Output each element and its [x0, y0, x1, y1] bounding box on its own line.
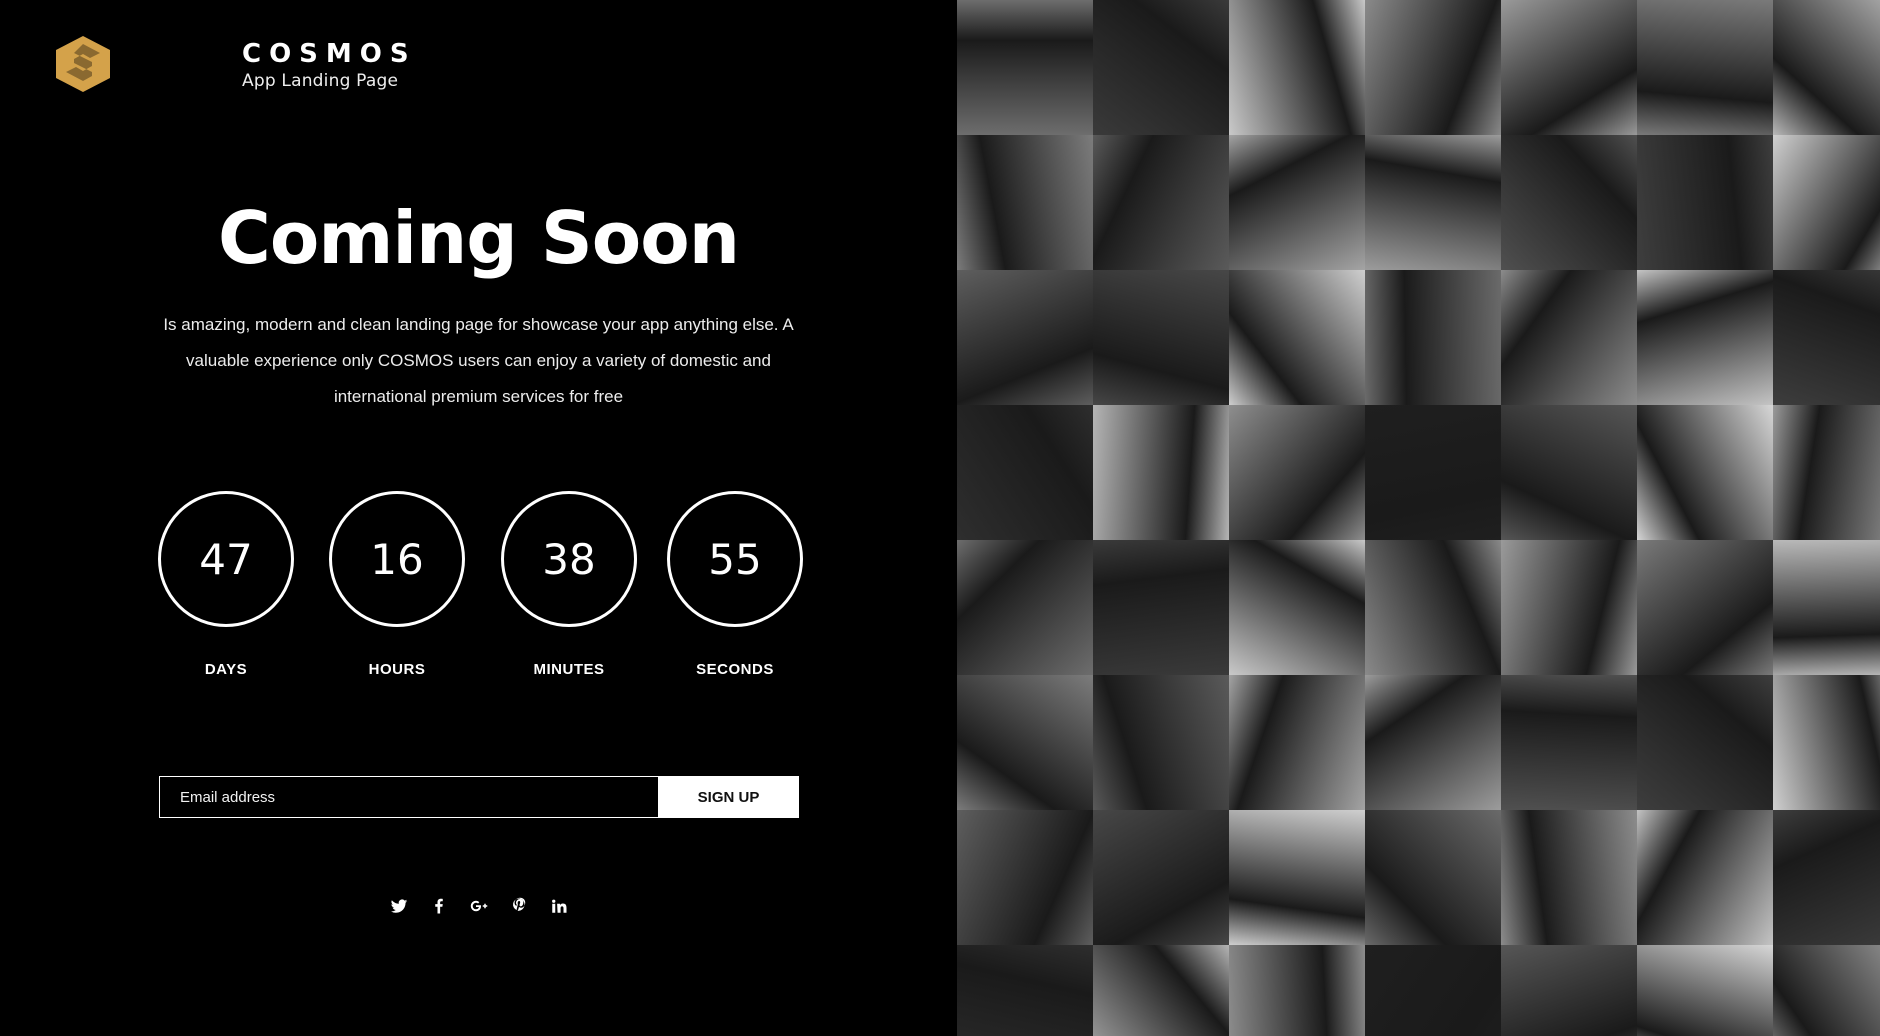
page-description: Is amazing, modern and clean landing pag… [163, 315, 794, 406]
gallery-photo [1773, 675, 1880, 810]
countdown-days: 47 DAYS [158, 491, 294, 678]
gallery-photo [1365, 270, 1501, 405]
gallery-photo [957, 270, 1093, 405]
cosmos-logo [56, 36, 110, 92]
countdown-days-label: DAYS [204, 661, 248, 678]
gallery-photo [1093, 135, 1229, 270]
gallery-photo [1365, 810, 1501, 945]
linkedin-icon[interactable] [550, 897, 568, 915]
signup-form: SIGN UP [159, 776, 799, 818]
gallery-photo [1365, 945, 1501, 1036]
left-panel: COSMOS App Landing Page Coming Soon Is a… [0, 0, 957, 1036]
gallery-photo [1637, 540, 1773, 675]
brand-name: COSMOS [242, 39, 417, 69]
gallery-photo [1637, 405, 1773, 540]
facebook-icon[interactable] [430, 897, 448, 915]
gallery-photo [1229, 0, 1365, 135]
google-plus-icon[interactable] [470, 897, 488, 915]
email-input[interactable] [159, 776, 658, 818]
photo-collage [957, 0, 1880, 1036]
countdown-hours: 16 HOURS [329, 491, 465, 678]
countdown-minutes: 38 MINUTES [501, 491, 637, 678]
countdown-hours-label: HOURS [368, 661, 426, 678]
countdown-seconds: 55 SECONDS [667, 491, 803, 678]
gallery-photo [1501, 810, 1637, 945]
gallery-photo [1637, 135, 1773, 270]
countdown-days-value: 47 [158, 491, 294, 627]
gallery-photo [1093, 270, 1229, 405]
gallery-photo [957, 135, 1093, 270]
gallery-photo [1093, 945, 1229, 1036]
gallery-photo [1773, 810, 1880, 945]
countdown-seconds-label: SECONDS [696, 661, 774, 678]
gallery-photo [1773, 540, 1880, 675]
gallery-photo [1229, 540, 1365, 675]
gallery-photo [1501, 0, 1637, 135]
gallery-photo [957, 675, 1093, 810]
gallery-photo [1773, 270, 1880, 405]
gallery-photo [1093, 675, 1229, 810]
gallery-photo [1093, 405, 1229, 540]
gallery-photo [1773, 945, 1880, 1036]
gallery-photo [1229, 675, 1365, 810]
gallery-photo [1229, 135, 1365, 270]
gallery-photo [1365, 540, 1501, 675]
gallery-photo [1637, 0, 1773, 135]
signup-button[interactable]: SIGN UP [658, 776, 799, 818]
gallery-photo [1365, 675, 1501, 810]
gallery-photo [1093, 810, 1229, 945]
gallery-photo [1637, 675, 1773, 810]
gallery-photo [1229, 945, 1365, 1036]
gallery-photo [1229, 810, 1365, 945]
social-links [390, 897, 568, 915]
gallery-photo [1773, 0, 1880, 135]
brand-subtitle: App Landing Page [242, 71, 399, 91]
gallery-photo [1093, 540, 1229, 675]
gallery-photo [1365, 0, 1501, 135]
gallery-photo [1229, 405, 1365, 540]
brand[interactable]: COSMOS App Landing Page [52, 34, 409, 94]
gallery-photo [957, 540, 1093, 675]
countdown-hours-value: 16 [329, 491, 465, 627]
gallery-photo [957, 810, 1093, 945]
twitter-icon[interactable] [390, 897, 408, 915]
countdown-minutes-label: MINUTES [533, 661, 605, 678]
gallery-photo [1501, 945, 1637, 1036]
gallery-photo [1637, 945, 1773, 1036]
gallery-photo [1501, 675, 1637, 810]
gallery-photo [1501, 405, 1637, 540]
gallery-photo [1637, 270, 1773, 405]
gallery-photo [1365, 135, 1501, 270]
pinterest-icon[interactable] [510, 897, 528, 915]
countdown-seconds-value: 55 [667, 491, 803, 627]
gallery-photo [1501, 270, 1637, 405]
gallery-photo [957, 945, 1093, 1036]
gallery-photo [1229, 270, 1365, 405]
gallery-photo [1637, 810, 1773, 945]
gallery-photo [1501, 540, 1637, 675]
page-title: Coming Soon [218, 196, 740, 280]
gallery-photo [1501, 135, 1637, 270]
gallery-photo [1093, 0, 1229, 135]
gallery-photo [1773, 405, 1880, 540]
countdown-minutes-value: 38 [501, 491, 637, 627]
gallery-photo [1773, 135, 1880, 270]
gallery-photo [957, 0, 1093, 135]
gallery-photo [1365, 405, 1501, 540]
gallery-photo [957, 405, 1093, 540]
